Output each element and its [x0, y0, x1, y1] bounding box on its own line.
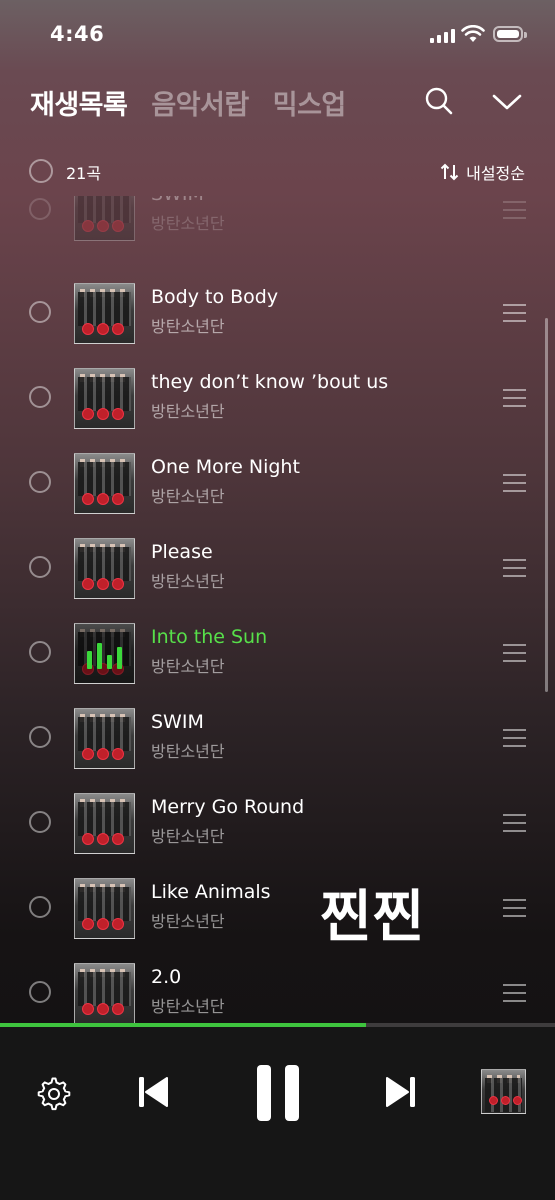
drag-handle-icon[interactable] [503, 814, 526, 838]
track-select-checkbox[interactable] [29, 641, 51, 663]
track-select-checkbox[interactable] [29, 811, 51, 833]
track-artist: 방탄소년단 [151, 997, 225, 1016]
drag-handle-icon[interactable] [503, 729, 526, 753]
list-item-now-playing[interactable]: Into the Sun 방탄소년단 [0, 610, 555, 695]
track-title: SWIM [151, 711, 204, 733]
track-select-checkbox[interactable] [29, 896, 51, 918]
now-playing-album-art[interactable] [481, 1069, 526, 1114]
album-art [74, 708, 135, 769]
album-art [74, 453, 135, 514]
status-bar: 4:46 [0, 0, 555, 70]
track-select-checkbox[interactable] [29, 198, 51, 220]
drag-handle-icon[interactable] [503, 201, 526, 225]
sort-button[interactable]: 내설정순 [440, 160, 525, 184]
track-artist: 방탄소년단 [151, 572, 225, 591]
drag-handle-icon[interactable] [503, 984, 526, 1008]
status-time: 4:46 [50, 22, 105, 46]
list-item[interactable]: they don’t know ’bout us 방탄소년단 [0, 355, 555, 440]
track-artist: 방탄소년단 [151, 742, 225, 761]
settings-icon[interactable] [37, 1077, 71, 1111]
track-title: Like Animals [151, 881, 271, 903]
list-item[interactable]: SWIM 방탄소년단 [0, 695, 555, 780]
wifi-icon [461, 25, 485, 42]
sort-label: 내설정순 [466, 164, 525, 183]
select-all-checkbox[interactable] [29, 159, 53, 183]
track-artist: 방탄소년단 [151, 317, 225, 336]
cellular-signal-icon [430, 29, 455, 43]
track-title: One More Night [151, 456, 300, 478]
sort-icon [440, 163, 459, 181]
list-item[interactable]: Body to Body 방탄소년단 [0, 270, 555, 355]
track-title: 2.0 [151, 966, 182, 988]
album-art [74, 196, 135, 241]
overlay-caption: 찐찐 [320, 885, 426, 950]
search-icon[interactable] [424, 86, 454, 116]
track-list: SWIM 방탄소년단 Body to Body 방탄소년단 they don’t… [0, 196, 555, 1024]
drag-handle-icon[interactable] [503, 899, 526, 923]
list-item[interactable]: SWIM 방탄소년단 [0, 196, 555, 252]
previous-icon[interactable] [137, 1075, 169, 1109]
track-select-checkbox[interactable] [29, 556, 51, 578]
playlist-toolbar: 21곡 내설정순 [28, 156, 525, 186]
track-select-checkbox[interactable] [29, 301, 51, 323]
chevron-down-icon[interactable] [492, 92, 522, 112]
track-select-checkbox[interactable] [29, 386, 51, 408]
track-title: they don’t know ’bout us [151, 371, 389, 393]
track-title: Please [151, 541, 213, 563]
album-art [74, 538, 135, 599]
tab-playlist[interactable]: 재생목록 [30, 83, 128, 122]
battery-icon [493, 26, 527, 42]
list-item[interactable]: 2.0 방탄소년단 [0, 950, 555, 1024]
track-artist: 방탄소년단 [151, 214, 225, 233]
list-item[interactable]: Like Animals 방탄소년단 [0, 865, 555, 950]
tab-mixup[interactable]: 믹스업 [273, 83, 347, 122]
track-title: SWIM [151, 196, 204, 205]
track-select-checkbox[interactable] [29, 471, 51, 493]
pause-icon[interactable] [255, 1064, 301, 1122]
album-art [74, 283, 135, 344]
album-art [74, 623, 135, 684]
track-artist: 방탄소년단 [151, 657, 225, 676]
list-scrollbar[interactable] [545, 318, 548, 692]
track-artist: 방탄소년단 [151, 402, 225, 421]
track-title: Into the Sun [151, 626, 268, 648]
track-select-checkbox[interactable] [29, 726, 51, 748]
drag-handle-icon[interactable] [503, 644, 526, 668]
track-title: Merry Go Round [151, 796, 305, 818]
album-art [74, 368, 135, 429]
tab-music-drawer[interactable]: 음악서랍 [151, 83, 249, 122]
album-art [74, 878, 135, 939]
header-tabs: 재생목록 음악서랍 믹스업 [30, 83, 346, 122]
track-title: Body to Body [151, 286, 279, 308]
track-artist: 방탄소년단 [151, 487, 225, 506]
album-art [74, 963, 135, 1024]
player-bar [0, 1027, 555, 1200]
drag-handle-icon[interactable] [503, 559, 526, 583]
next-icon[interactable] [385, 1075, 417, 1109]
album-art [74, 793, 135, 854]
track-artist: 방탄소년단 [151, 827, 225, 846]
track-select-checkbox[interactable] [29, 981, 51, 1003]
drag-handle-icon[interactable] [503, 304, 526, 328]
track-artist: 방탄소년단 [151, 912, 225, 931]
track-count: 21곡 [66, 164, 102, 183]
list-item[interactable]: Please 방탄소년단 [0, 525, 555, 610]
drag-handle-icon[interactable] [503, 474, 526, 498]
drag-handle-icon[interactable] [503, 389, 526, 413]
now-playing-equalizer-icon [75, 624, 134, 683]
list-item[interactable]: One More Night 방탄소년단 [0, 440, 555, 525]
list-item[interactable]: Merry Go Round 방탄소년단 [0, 780, 555, 865]
